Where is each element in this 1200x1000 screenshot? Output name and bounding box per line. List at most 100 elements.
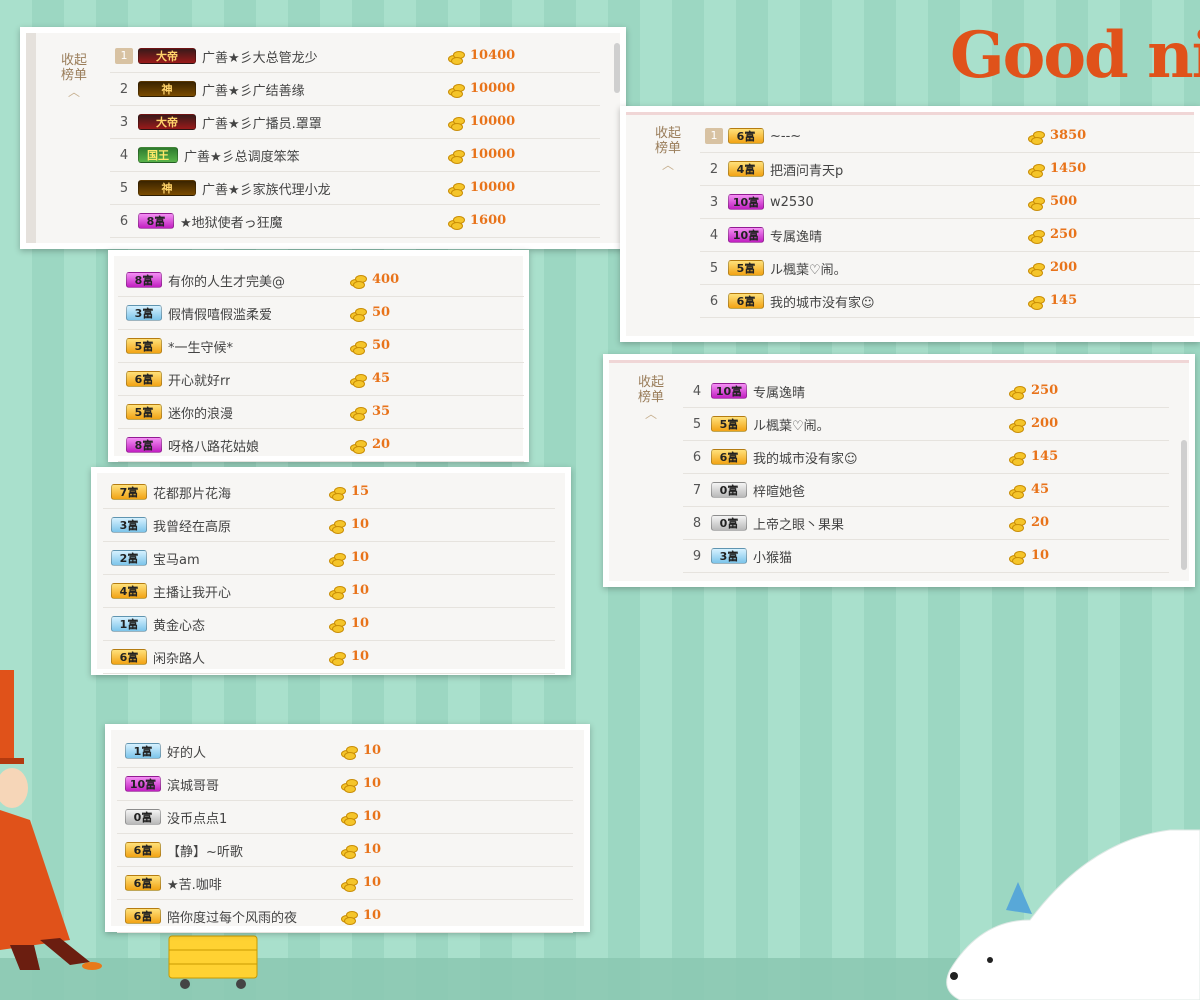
list-item[interactable]: 6富 陪你度过每个风雨的夜 10 xyxy=(117,900,573,933)
list-item[interactable]: 5富 迷你的浪漫 35 xyxy=(118,396,524,429)
user-name[interactable]: ~--~ xyxy=(770,129,801,144)
coin-icon xyxy=(448,115,465,131)
user-name[interactable]: 广善★彡总调度笨笨 xyxy=(184,146,300,165)
list-item[interactable]: 3富 假情假嘻假滥柔爱 50 xyxy=(118,297,524,330)
list-item[interactable]: 6富 ★苦.咖啡 10 xyxy=(117,867,573,900)
user-name[interactable]: 宝马am xyxy=(153,549,200,568)
list-item[interactable]: 6富 开心就好rr 45 xyxy=(118,363,524,396)
user-name[interactable]: 陪你度过每个风雨的夜 xyxy=(167,907,297,926)
wealth-level-badge: 6富 xyxy=(728,128,764,144)
collapse-toggle[interactable]: 收起 榜单 ︿ xyxy=(54,53,94,100)
list-item[interactable]: 6富 【静】~听歌 10 xyxy=(117,834,573,867)
list-item[interactable]: 1 大帝 广善★彡大总管龙少 10400 xyxy=(110,40,600,73)
list-item[interactable]: 2富 宝马am 10 xyxy=(103,542,555,575)
list-item[interactable]: 4 10富 专属逸晴 250 xyxy=(700,219,1200,252)
user-name[interactable]: 假情假嘻假滥柔爱 xyxy=(168,304,272,323)
list-item[interactable]: 5 神广善★彡家族代理小龙 10000 xyxy=(110,172,600,205)
list-item[interactable]: 8 0富 上帝之眼丶果果 20 xyxy=(683,507,1169,540)
coin-icon xyxy=(329,485,346,501)
user-name[interactable]: 我曾经在高原 xyxy=(153,516,231,535)
list-item[interactable]: 2 神广善★彡广结善缘 10000 xyxy=(110,73,600,106)
list-item[interactable]: 1 6富 ~--~ 3850 xyxy=(700,120,1200,153)
coin-icon xyxy=(350,339,367,355)
user-name[interactable]: 专属逸晴 xyxy=(753,382,805,401)
user-name[interactable]: 广善★彡广结善缘 xyxy=(202,80,305,99)
wealth-level-badge: 5富 xyxy=(126,338,162,354)
list-item[interactable]: 7 0富 梓暄她爸 45 xyxy=(683,474,1169,507)
rank-number: 9 xyxy=(692,548,702,564)
list-item[interactable]: 5富 *一生守候* 50 xyxy=(118,330,524,363)
user-name[interactable]: 主播让我开心 xyxy=(153,582,231,601)
list-item[interactable]: 3 大帝 广善★彡广播员.罩罩 10000 xyxy=(110,106,600,139)
scrollbar[interactable] xyxy=(614,43,620,93)
user-name[interactable]: 闲杂路人 xyxy=(153,648,205,667)
user-name[interactable]: 呀格八路花姑娘 xyxy=(168,436,259,455)
user-name[interactable]: 滨城哥哥 xyxy=(167,775,219,794)
list-item[interactable]: 6 6富 我的城市没有家☺ 145 xyxy=(700,285,1200,318)
user-name[interactable]: 【静】~听歌 xyxy=(167,841,243,860)
coin-icon xyxy=(329,584,346,600)
user-name[interactable]: 广善★彡大总管龙少 xyxy=(202,47,318,66)
user-name[interactable]: 黄金心态 xyxy=(153,615,205,634)
list-item[interactable]: 6 8富 ★地狱使者っ狂魔 1600 xyxy=(110,205,600,238)
rank-number: 4 xyxy=(709,227,719,243)
user-name[interactable]: 没币点点1 xyxy=(167,808,227,827)
gift-amount: 10 xyxy=(1031,548,1050,563)
list-item[interactable]: 3 10富 w2530 500 xyxy=(700,186,1200,219)
list-item[interactable]: 5 5富 ル楓葉♡闹。 200 xyxy=(700,252,1200,285)
user-name[interactable]: ル楓葉♡闹。 xyxy=(753,415,830,434)
list-item[interactable]: 4富 主播让我开心 10 xyxy=(103,575,555,608)
list-item[interactable]: 1富 黄金心态 10 xyxy=(103,608,555,641)
scrollbar[interactable] xyxy=(1181,440,1187,570)
user-name[interactable]: ★苦.咖啡 xyxy=(167,874,222,893)
list-item[interactable]: 0富 没币点点1 10 xyxy=(117,801,573,834)
list-item[interactable]: 8富 呀格八路花姑娘 20 xyxy=(118,429,524,462)
wealth-level-badge: 0富 xyxy=(711,482,747,498)
list-item[interactable]: 9 3富 小猴猫 10 xyxy=(683,540,1169,573)
list-item[interactable]: 4 国王 广善★彡总调度笨笨 10000 xyxy=(110,139,600,172)
user-name[interactable]: ★地狱使者っ狂魔 xyxy=(180,212,283,231)
rank-number: 3 xyxy=(119,114,129,130)
list-item[interactable]: 4 10富 专属逸晴 250 xyxy=(683,375,1169,408)
list-item[interactable]: 7富 花都那片花海 15 xyxy=(103,476,555,509)
user-name[interactable]: 好的人 xyxy=(167,742,206,761)
list-item[interactable]: 6 6富 我的城市没有家☺ 145 xyxy=(683,441,1169,474)
gift-amount: 145 xyxy=(1050,293,1078,308)
collapse-toggle[interactable]: 收起 榜单 ︿ xyxy=(648,126,688,173)
user-name[interactable]: w2530 xyxy=(770,195,814,210)
wealth-level-badge: 2富 xyxy=(111,550,147,566)
list-item[interactable]: 8富 有你的人生才完美@ 400 xyxy=(118,264,524,297)
user-name[interactable]: 梓暄她爸 xyxy=(753,481,805,500)
gift-amount: 10 xyxy=(363,842,382,857)
list-item[interactable]: 10富 滨城哥哥 10 xyxy=(117,768,573,801)
user-name[interactable]: 花都那片花海 xyxy=(153,483,231,502)
collapse-toggle[interactable]: 收起 榜单 ︿ xyxy=(631,375,671,422)
list-item[interactable]: 1富 好的人 10 xyxy=(117,735,573,768)
user-name[interactable]: 上帝之眼丶果果 xyxy=(753,514,844,533)
user-name[interactable]: 有你的人生才完美@ xyxy=(168,271,285,290)
list-item[interactable]: 6富 闲杂路人 10 xyxy=(103,641,555,674)
ranking-panel-left: 7富 花都那片花海 15 3富 我曾经在高原 10 2富 宝马am 10 4富 主播让我开心 10 1富… xyxy=(91,467,571,675)
rank-number: 6 xyxy=(119,213,129,229)
user-name[interactable]: 开心就好rr xyxy=(168,370,230,389)
user-name[interactable]: *一生守候* xyxy=(168,337,233,356)
list-item[interactable]: 5 5富 ル楓葉♡闹。 200 xyxy=(683,408,1169,441)
user-name[interactable]: 专属逸晴 xyxy=(770,226,822,245)
coin-icon xyxy=(329,617,346,633)
user-name[interactable]: 广善★彡家族代理小龙 xyxy=(202,179,331,198)
user-name[interactable]: 小猴猫 xyxy=(753,547,792,566)
gift-amount: 1600 xyxy=(470,213,507,228)
list-item[interactable]: 3富 我曾经在高原 10 xyxy=(103,509,555,542)
gift-amount: 10 xyxy=(363,908,382,923)
wealth-level-badge: 大帝 xyxy=(138,114,196,130)
gift-amount: 20 xyxy=(372,437,391,452)
user-name[interactable]: 迷你的浪漫 xyxy=(168,403,233,422)
user-name[interactable]: 把酒问青天p xyxy=(770,160,843,179)
user-name[interactable]: 我的城市没有家☺ xyxy=(770,292,875,311)
list-item[interactable]: 2 4富 把酒问青天p 1450 xyxy=(700,153,1200,186)
gift-amount: 10 xyxy=(351,649,370,664)
gift-amount: 45 xyxy=(1031,482,1050,497)
user-name[interactable]: ル楓葉♡闹。 xyxy=(770,259,847,278)
user-name[interactable]: 广善★彡广播员.罩罩 xyxy=(202,113,322,132)
user-name[interactable]: 我的城市没有家☺ xyxy=(753,448,858,467)
